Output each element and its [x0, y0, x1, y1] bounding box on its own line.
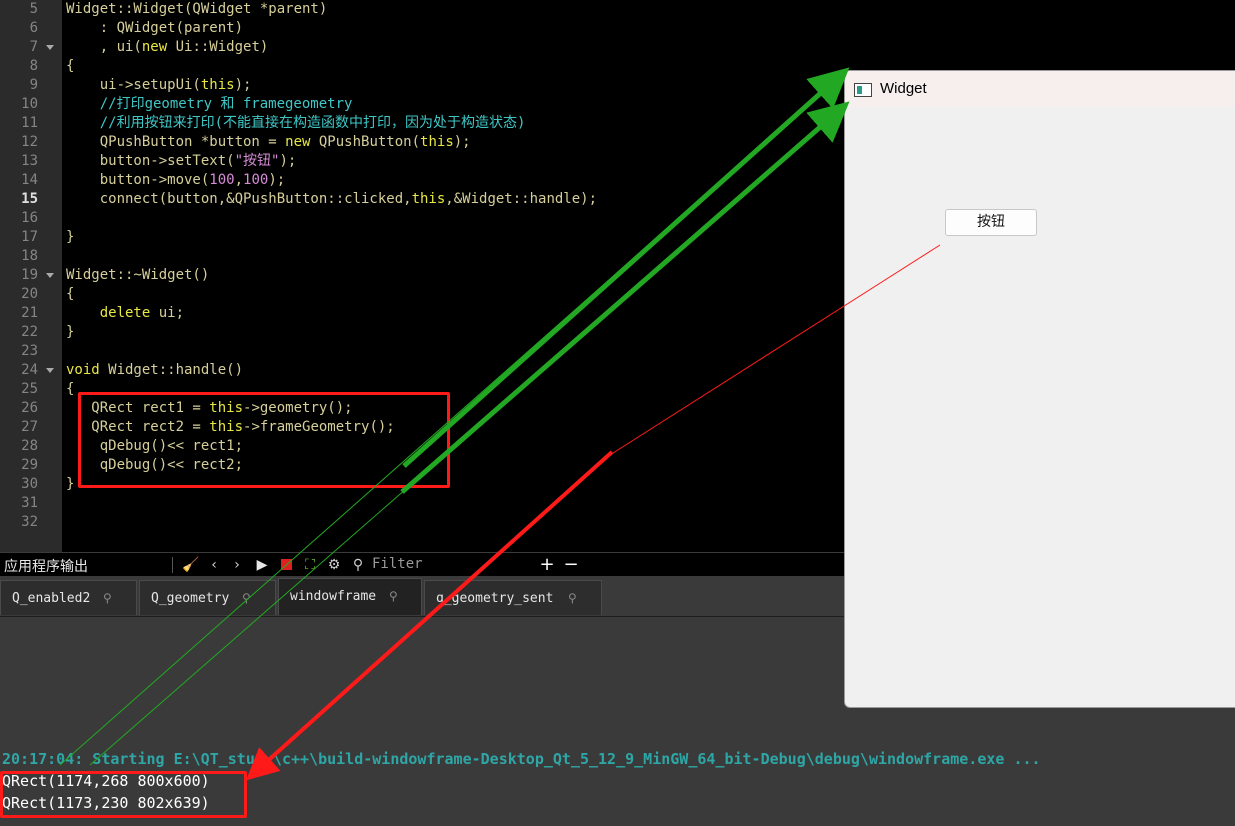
- tab-label: windowframe: [290, 589, 377, 604]
- line-number: 26: [21, 400, 38, 416]
- code-line[interactable]: void Widget::handle(): [66, 361, 243, 380]
- code-line[interactable]: delete ui;: [66, 304, 184, 323]
- code-line[interactable]: button->setText("按钮");: [66, 152, 297, 171]
- tab-label: Q_geometry: [151, 591, 230, 606]
- code-line[interactable]: Widget::Widget(QWidget *parent): [66, 0, 327, 19]
- line-number: 7: [29, 39, 38, 55]
- line-number: 31: [21, 495, 38, 511]
- code-line[interactable]: : QWidget(parent): [66, 19, 243, 38]
- line-number: 32: [21, 514, 38, 530]
- line-number: 8: [29, 58, 38, 74]
- search-icon: ⚲: [352, 557, 364, 573]
- fold-toggle-icon[interactable]: [46, 45, 54, 50]
- code-line[interactable]: Widget::~Widget(): [66, 266, 209, 285]
- output-pane-title: 应用程序输出: [4, 559, 88, 575]
- pin-icon[interactable]: ⚲: [568, 591, 577, 605]
- tab-windowframe[interactable]: windowframe ⚲: [278, 578, 422, 615]
- line-number: 19: [21, 267, 38, 283]
- code-line[interactable]: {: [66, 285, 74, 304]
- run-icon[interactable]: ▶: [254, 557, 270, 573]
- line-number: 24: [21, 362, 38, 378]
- line-number: 16: [21, 210, 38, 226]
- settings-gear-icon[interactable]: ⚙: [326, 557, 342, 573]
- code-line[interactable]: ui->setupUi(this);: [66, 76, 252, 95]
- line-number: 18: [21, 248, 38, 264]
- pin-icon[interactable]: ⚲: [389, 589, 398, 603]
- line-number: 28: [21, 438, 38, 454]
- code-line[interactable]: , ui(new Ui::Widget): [66, 38, 269, 57]
- code-highlight-box: [78, 392, 450, 488]
- tab-q-geometry-sent[interactable]: q_geometry_sent ⚲: [424, 580, 602, 615]
- code-line[interactable]: QPushButton *button = new QPushButton(th…: [66, 133, 471, 152]
- zoom-in-icon[interactable]: +: [539, 556, 555, 574]
- pin-icon[interactable]: ⚲: [103, 591, 112, 605]
- tab-label: Q_enabled2: [12, 591, 91, 606]
- push-button[interactable]: 按钮: [945, 209, 1037, 236]
- next-icon[interactable]: ›: [229, 557, 245, 573]
- fold-toggle-icon[interactable]: [46, 273, 54, 278]
- line-number: 15: [21, 191, 38, 207]
- window-app-icon: [854, 83, 872, 97]
- window-title: Widget: [880, 80, 927, 97]
- code-line[interactable]: //利用按钮来打印(不能直接在构造函数中打印，因为处于构造状态): [66, 114, 526, 133]
- code-line[interactable]: button->move(100,100);: [66, 171, 285, 190]
- code-line[interactable]: {: [66, 380, 74, 399]
- output-pane-toolbar: 应用程序输出 🧹 ‹ › ▶ ⛶ ⚙ ⚲ Filter + −: [0, 552, 845, 577]
- code-line[interactable]: }: [66, 323, 74, 342]
- line-number: 17: [21, 229, 38, 245]
- toolbar-separator: [172, 557, 173, 573]
- clear-output-icon[interactable]: 🧹: [182, 557, 199, 573]
- line-number: 13: [21, 153, 38, 169]
- line-number: 11: [21, 115, 38, 131]
- output-highlight-box: [0, 771, 247, 818]
- attach-debugger-icon[interactable]: ⛶: [302, 557, 318, 573]
- stop-icon[interactable]: [278, 557, 294, 573]
- widget-window[interactable]: Widget 按钮: [844, 70, 1235, 708]
- line-number: 5: [29, 1, 38, 17]
- pin-icon[interactable]: ⚲: [242, 591, 251, 605]
- line-number: 27: [21, 419, 38, 435]
- line-number: 22: [21, 324, 38, 340]
- line-number: 21: [21, 305, 38, 321]
- line-number-gutter: 5 6 7 8 9 10 11 12 13 14 15 16 17 18 19 20 21 22 23 24 25 26 2…: [0, 0, 62, 552]
- line-number: 29: [21, 457, 38, 473]
- window-title-bar[interactable]: Widget: [845, 71, 1235, 107]
- line-number: 10: [21, 96, 38, 112]
- tab-label: q_geometry_sent: [436, 591, 554, 606]
- code-line[interactable]: {: [66, 57, 74, 76]
- line-number: 6: [29, 20, 38, 36]
- tab-q-enabled2[interactable]: Q_enabled2 ⚲: [0, 580, 137, 615]
- previous-icon[interactable]: ‹: [206, 557, 222, 573]
- line-number: 20: [21, 286, 38, 302]
- line-number: 23: [21, 343, 38, 359]
- tab-q-geometry[interactable]: Q_geometry ⚲: [139, 580, 276, 615]
- code-line[interactable]: connect(button,&QPushButton::clicked,thi…: [66, 190, 597, 209]
- code-line[interactable]: }: [66, 475, 74, 494]
- line-number: 9: [29, 77, 38, 93]
- zoom-out-icon[interactable]: −: [563, 556, 579, 574]
- filter-input[interactable]: Filter: [372, 556, 423, 572]
- output-tabs: Q_enabled2 ⚲ Q_geometry ⚲ windowframe ⚲ …: [0, 576, 845, 617]
- line-number: 12: [21, 134, 38, 150]
- output-start-line: 20:17:04: Starting E:\QT_study\c++\build…: [2, 750, 1041, 768]
- line-number: 14: [21, 172, 38, 188]
- line-number: 25: [21, 381, 38, 397]
- code-line[interactable]: //打印geometry 和 framegeometry: [66, 95, 353, 114]
- code-line[interactable]: }: [66, 228, 74, 247]
- fold-toggle-icon[interactable]: [46, 368, 54, 373]
- line-number: 30: [21, 476, 38, 492]
